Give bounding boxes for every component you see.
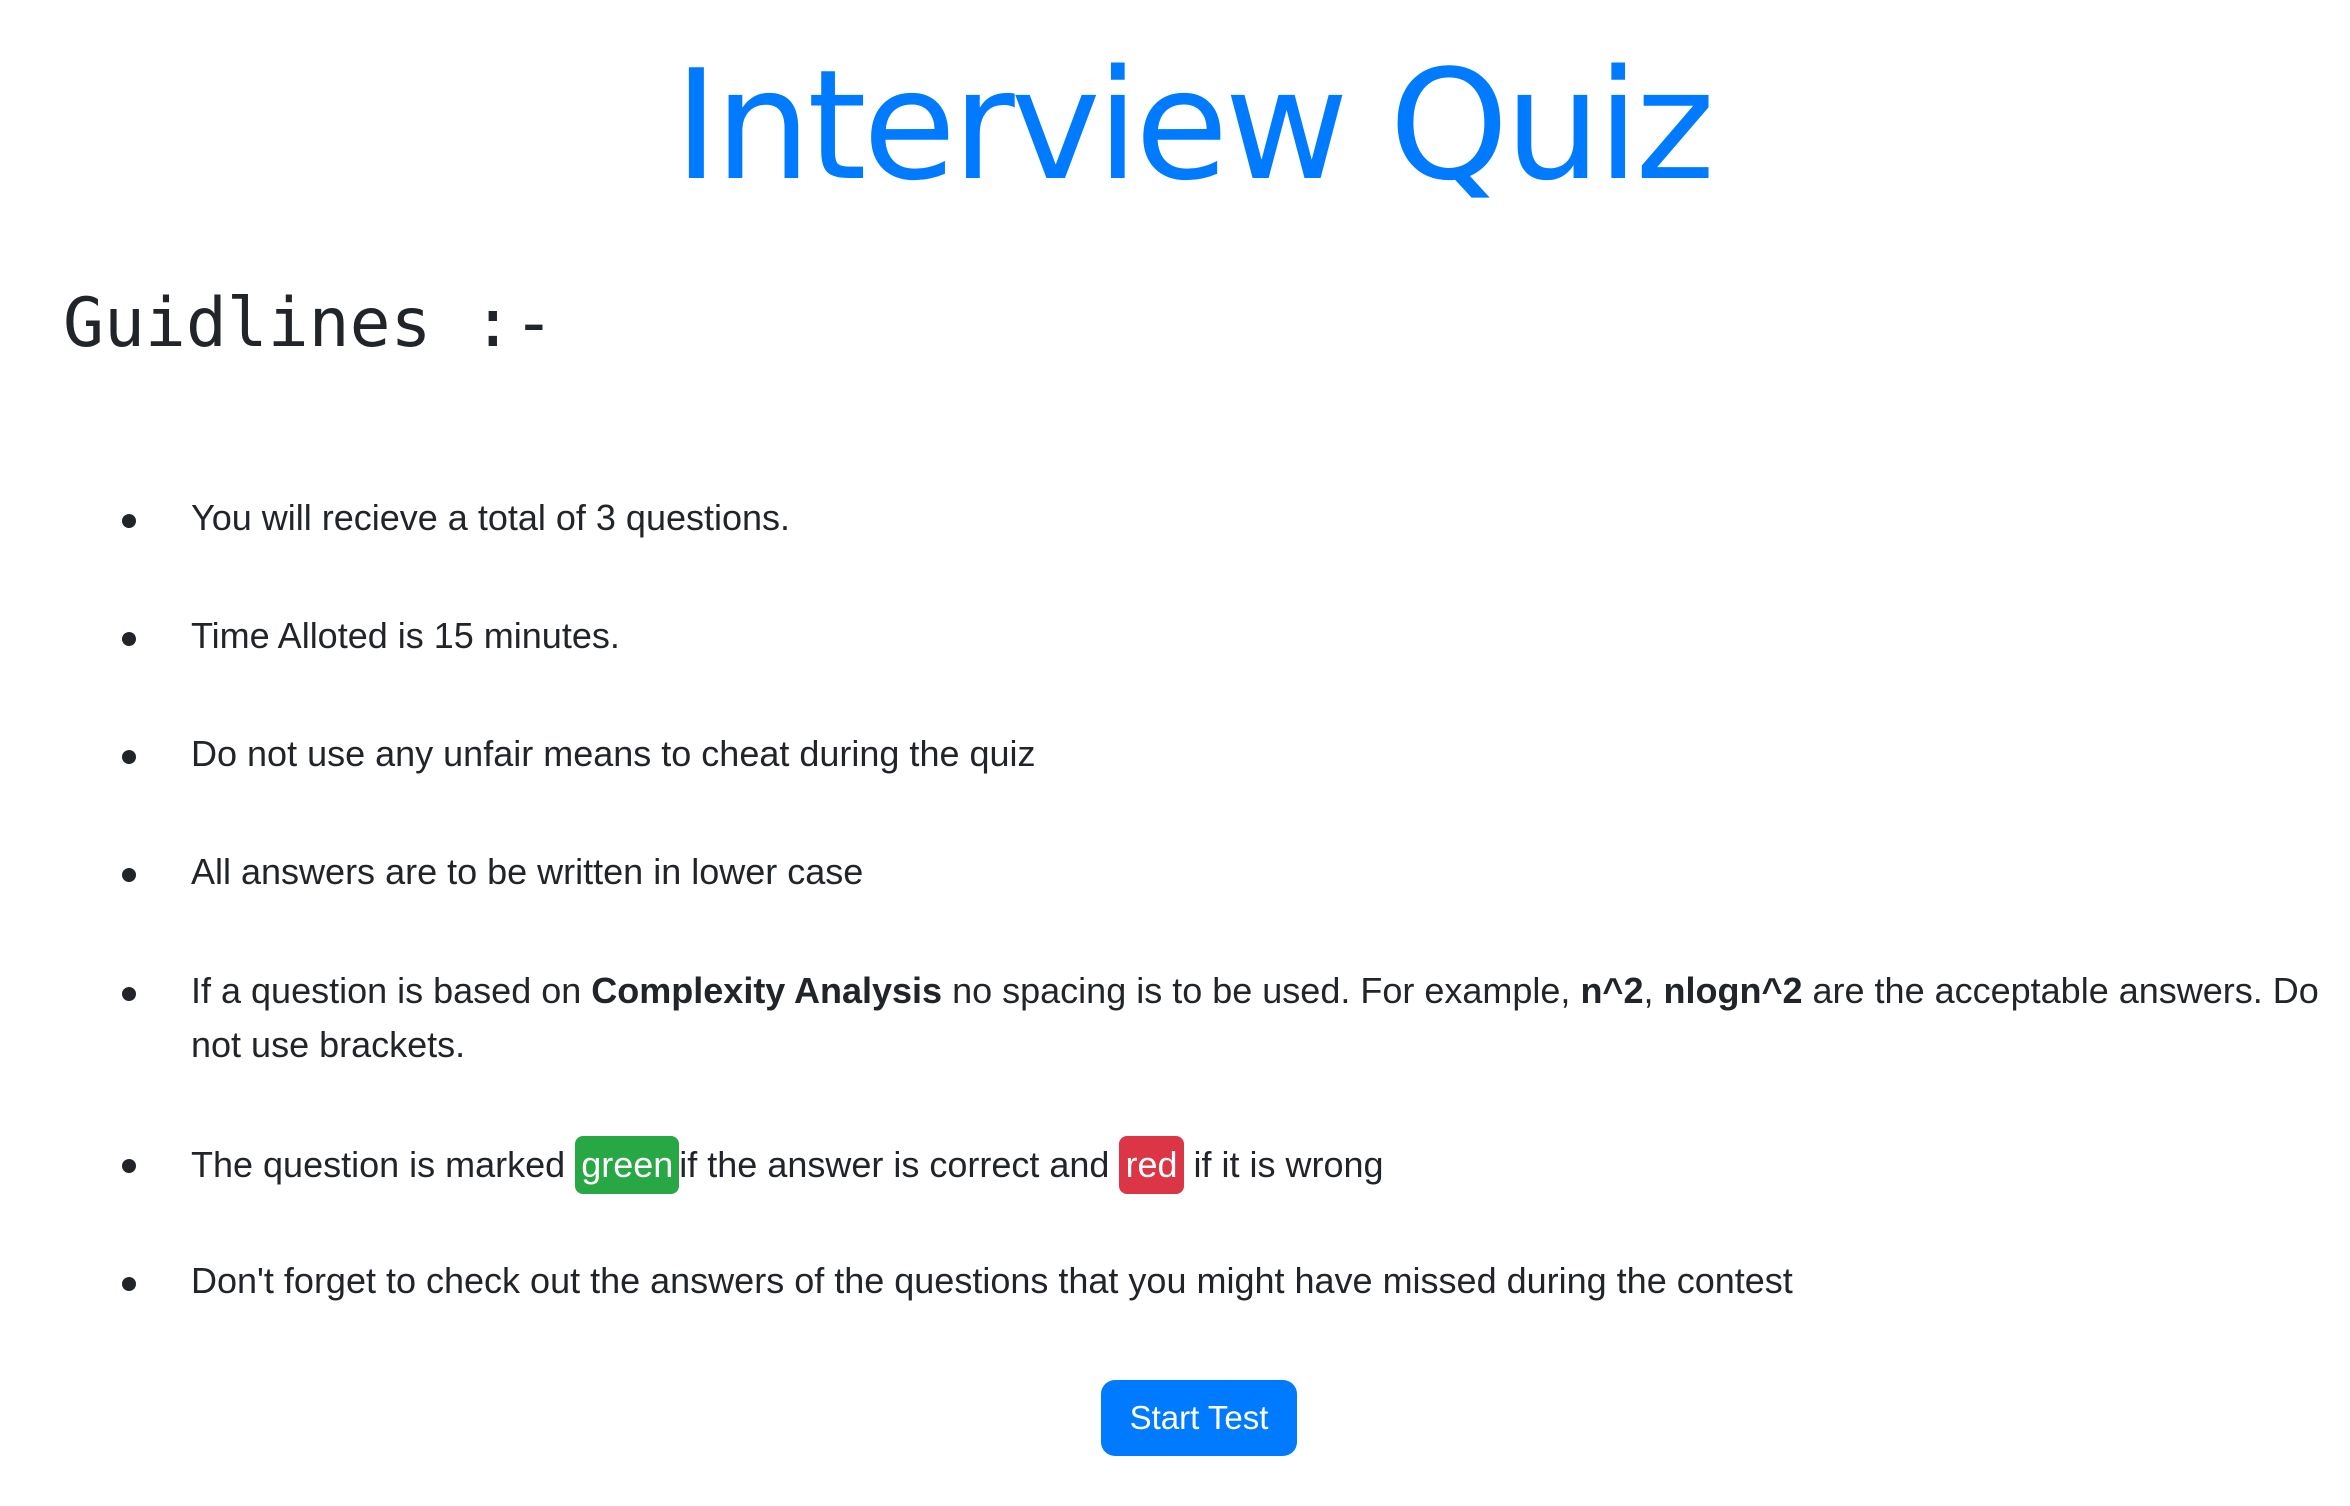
rule-text: If a question is based on Complexity Ana…: [191, 964, 2321, 1072]
rule-text: All answers are to be written in lower c…: [191, 851, 864, 892]
rule-text-part: ,: [1643, 970, 1664, 1011]
rule-text: You will recieve a total of 3 questions.: [191, 497, 791, 538]
rule-text-part: If a question is based on: [191, 970, 592, 1011]
rule-text-part: if it is wrong: [1183, 1144, 1384, 1185]
start-test-button[interactable]: Start Test: [1101, 1380, 1297, 1456]
rule-text-part: The question is marked: [191, 1144, 576, 1185]
guidelines-heading: Guidlines :-: [63, 284, 555, 363]
rule-text: Time Alloted is 15 minutes.: [191, 615, 620, 656]
complexity-analysis-text: Complexity Analysis: [591, 970, 943, 1011]
example-answer-n2: n^2: [1580, 970, 1644, 1011]
rule-text: The question is marked green if the answe…: [191, 1136, 2321, 1194]
page-title: Interview Quiz: [673, 37, 1715, 214]
rule-text: Do not use any unfair means to cheat dur…: [191, 733, 1036, 774]
rule-text-part: if the answer is correct and: [679, 1144, 1120, 1185]
red-badge: red: [1119, 1136, 1184, 1194]
rule-text-part: no spacing is to be used. For example,: [942, 970, 1581, 1011]
rule-text: Don't forget to check out the answers of…: [191, 1260, 1793, 1301]
green-badge: green: [575, 1136, 680, 1194]
example-answer-nlogn2: nlogn^2: [1663, 970, 1803, 1011]
